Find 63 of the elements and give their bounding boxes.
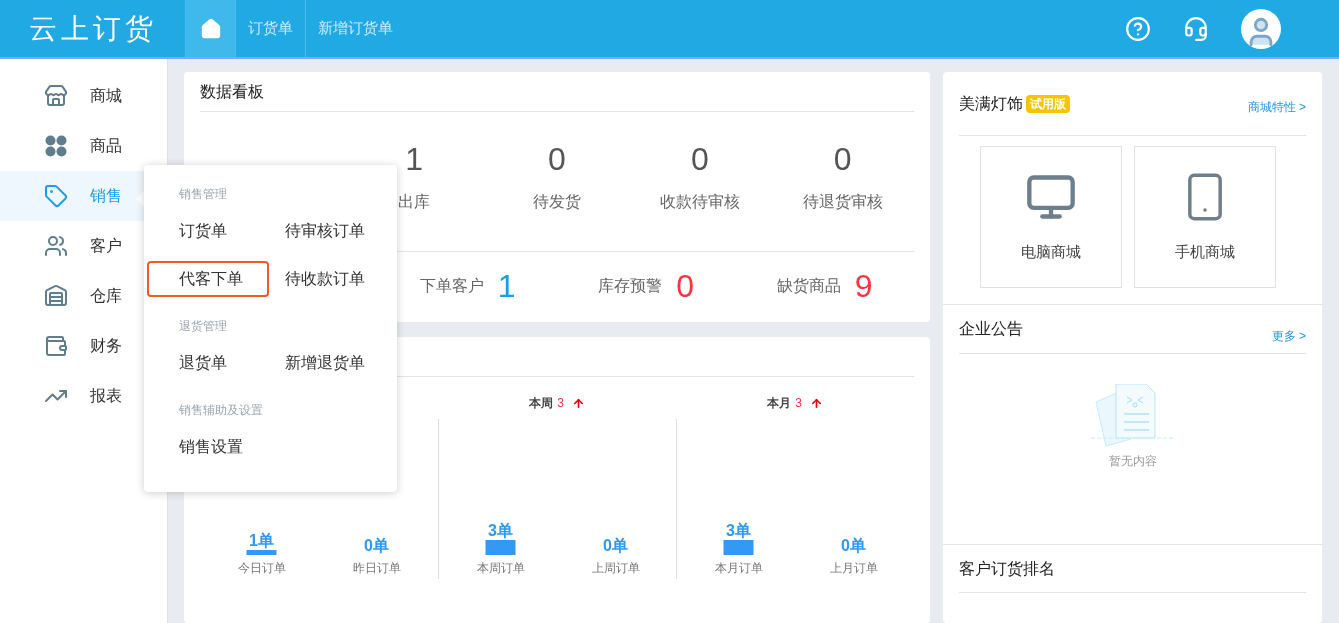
stat-value: 0: [833, 142, 852, 176]
menu-item[interactable]: 销售设置: [147, 429, 269, 465]
menu-section-title: 退货管理: [178, 318, 228, 335]
logo: 云上订货: [28, 11, 157, 46]
order-count: 0单: [602, 537, 628, 554]
store-name: 美满灯饰: [959, 93, 1023, 114]
home-icon: [199, 17, 222, 40]
order-label: 本月订单: [714, 561, 762, 575]
headset-icon[interactable]: [1183, 15, 1209, 42]
section-title: 客户订货排名: [959, 558, 1055, 579]
period-title: 本周: [529, 395, 554, 412]
period-title: 本月: [767, 395, 792, 412]
order-count: 3单: [487, 522, 513, 539]
menu-section-title: 销售管理: [178, 186, 228, 203]
stat-value: 1: [405, 142, 424, 176]
card-title: 数据看板: [200, 72, 914, 112]
order-count: 0单: [840, 537, 866, 554]
store-entry[interactable]: 电脑商城: [980, 146, 1122, 288]
trial-badge: 试用版: [1026, 94, 1070, 113]
stat-label: 待发货: [533, 192, 581, 212]
metric-label: 库存预警: [598, 276, 663, 296]
tag-icon: [44, 184, 68, 208]
stat-value: 0: [690, 142, 709, 176]
stat-value: 0: [548, 142, 566, 176]
order-label: 上周订单: [591, 561, 639, 575]
order-label: 本周订单: [476, 561, 524, 575]
metric-value: 9: [854, 267, 873, 306]
four-circles-icon: [44, 134, 68, 158]
warehouse-icon: [44, 284, 68, 308]
metric-value: 0: [676, 267, 695, 306]
order-label: 今日订单: [237, 561, 286, 575]
period-count: 3: [557, 395, 564, 412]
menu-section-title: 销售辅助及设置: [178, 402, 264, 419]
bar: [485, 540, 515, 555]
store-icon: [44, 84, 68, 108]
people-icon: [44, 234, 68, 258]
menu-item[interactable]: 新增退货单: [283, 345, 397, 381]
home-tab[interactable]: [185, 0, 235, 57]
metric-value: 1: [497, 267, 516, 306]
avatar[interactable]: [1241, 8, 1281, 49]
menu-item[interactable]: 待审核订单: [283, 213, 397, 249]
metric-label: 下单客户: [419, 276, 484, 296]
empty-message: 暂无内容: [1108, 453, 1157, 470]
help-icon[interactable]: [1125, 15, 1151, 42]
stat-label: 收款待审核: [659, 192, 740, 212]
bar: [723, 540, 753, 555]
menu-item[interactable]: 待收款订单: [283, 261, 397, 297]
order-label: 上月订单: [829, 561, 877, 575]
stat-label: 待退货审核: [802, 192, 883, 212]
order-count: 1单: [249, 532, 274, 549]
metric-label: 缺货商品: [776, 276, 841, 296]
order-label: 昨日订单: [352, 561, 401, 575]
menu-item[interactable]: 代客下单: [147, 261, 269, 297]
order-count: 0单: [364, 537, 389, 554]
section-title: 企业公告: [959, 319, 1023, 339]
wallet-icon: [44, 334, 68, 358]
stat-label: 出库: [398, 192, 431, 212]
store-entry[interactable]: 手机商城: [1134, 146, 1276, 288]
period-count: 3: [795, 395, 802, 412]
bar: [246, 550, 277, 555]
sidebar-item[interactable]: 商品: [0, 121, 167, 171]
sidebar-item[interactable]: 商城: [0, 71, 167, 121]
order-count: 3单: [725, 522, 751, 539]
